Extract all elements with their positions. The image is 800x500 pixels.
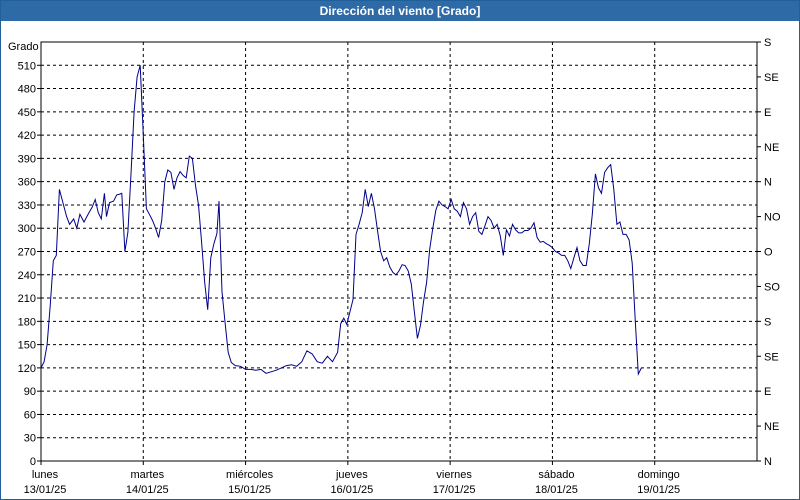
x-tick-day: miércoles bbox=[226, 469, 274, 481]
y-tick-label: 480 bbox=[18, 84, 36, 96]
right-tick-label: E bbox=[764, 386, 771, 398]
y-tick-label: 240 bbox=[18, 270, 36, 282]
y-axis-ticks: 0 30 60 90 120 150 180 210 240 270 300 330 360 390 420… bbox=[18, 60, 41, 468]
x-tick-day: martes bbox=[130, 469, 164, 481]
right-tick-label: N bbox=[764, 177, 772, 189]
y-tick-label: 180 bbox=[18, 316, 36, 328]
y-tick-label: 120 bbox=[18, 363, 36, 375]
y-tick-label: 330 bbox=[18, 200, 36, 212]
y-tick-label: 360 bbox=[18, 177, 36, 189]
right-tick-label: NO bbox=[764, 212, 781, 224]
x-tick-day: lunes bbox=[32, 469, 59, 481]
right-axis-ticks: N NE E SE S SO O NO N NE E SE S bbox=[757, 37, 781, 468]
y-tick-label: 150 bbox=[18, 340, 36, 352]
right-tick-label: S bbox=[764, 316, 771, 328]
x-tick-date: 15/01/25 bbox=[228, 484, 271, 496]
x-tick-day: sábado bbox=[538, 469, 574, 481]
y-tick-label: 270 bbox=[18, 247, 36, 259]
x-tick-day: jueves bbox=[335, 469, 368, 481]
x-tick-date: 18/01/25 bbox=[535, 484, 578, 496]
y-axis-label: Grado bbox=[8, 41, 39, 53]
x-axis-ticks: lunes 13/01/25 martes 14/01/25 miércoles 15/0… bbox=[24, 461, 680, 496]
right-tick-label: E bbox=[764, 107, 771, 119]
right-tick-label: NE bbox=[764, 142, 779, 154]
right-tick-label: SE bbox=[764, 351, 779, 363]
x-tick-date: 19/01/25 bbox=[637, 484, 680, 496]
right-tick-label: SO bbox=[764, 281, 780, 293]
y-tick-label: 90 bbox=[24, 386, 36, 398]
right-tick-label: S bbox=[764, 37, 771, 49]
y-tick-label: 30 bbox=[24, 433, 36, 445]
right-tick-label: O bbox=[764, 247, 773, 259]
x-tick-day: domingo bbox=[638, 469, 680, 481]
grid-lines bbox=[41, 42, 757, 461]
x-tick-date: 16/01/25 bbox=[330, 484, 373, 496]
y-tick-label: 420 bbox=[18, 130, 36, 142]
x-tick-date: 13/01/25 bbox=[24, 484, 67, 496]
y-tick-label: 60 bbox=[24, 409, 36, 421]
right-tick-label: NE bbox=[764, 421, 779, 433]
y-tick-label: 0 bbox=[30, 456, 36, 468]
y-tick-label: 300 bbox=[18, 223, 36, 235]
x-tick-date: 17/01/25 bbox=[433, 484, 476, 496]
x-tick-day: viernes bbox=[436, 469, 472, 481]
y-tick-label: 510 bbox=[18, 60, 36, 72]
x-tick-date: 14/01/25 bbox=[126, 484, 169, 496]
right-tick-label: SE bbox=[764, 72, 779, 84]
y-tick-label: 390 bbox=[18, 153, 36, 165]
y-tick-label: 450 bbox=[18, 107, 36, 119]
right-tick-label: N bbox=[764, 456, 772, 468]
chart-plot: 0 30 60 90 120 150 180 210 240 270 300 330 360 390 420… bbox=[8, 37, 781, 496]
y-tick-label: 210 bbox=[18, 293, 36, 305]
